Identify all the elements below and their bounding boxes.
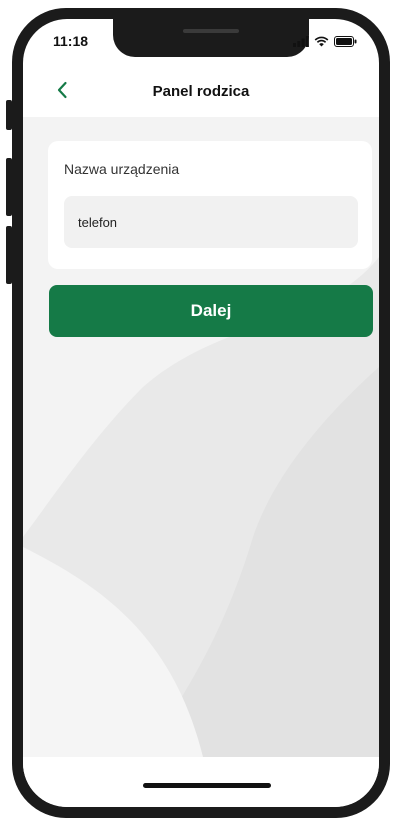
device-name-input[interactable]: telefon: [64, 196, 358, 248]
device-name-label: Nazwa urządzenia: [64, 161, 180, 177]
status-bar: 11:18: [23, 19, 379, 67]
status-icons: [293, 35, 357, 47]
battery-icon: [334, 35, 357, 47]
wifi-icon: [314, 36, 329, 46]
screen: 11:18 Panel rodzica Nazwa urządzenia tel…: [23, 19, 379, 807]
phone-frame: 11:18 Panel rodzica Nazwa urządzenia tel…: [6, 8, 390, 818]
mute-switch: [6, 100, 12, 130]
page-title: Panel rodzica: [152, 83, 250, 100]
signal-icon: [293, 35, 309, 47]
app-header: Panel rodzica: [23, 67, 379, 117]
notch: [113, 19, 309, 57]
next-button[interactable]: Dalej: [49, 285, 373, 337]
volume-down-button: [6, 226, 12, 284]
status-time: 11:18: [53, 33, 89, 49]
speaker-grille: [183, 29, 239, 33]
volume-up-button: [6, 158, 12, 216]
home-indicator[interactable]: [143, 783, 271, 788]
device-name-card: Nazwa urządzenia telefon: [48, 141, 372, 269]
main-content: Nazwa urządzenia telefon Dalej: [23, 117, 379, 757]
bottom-area: [23, 757, 379, 807]
